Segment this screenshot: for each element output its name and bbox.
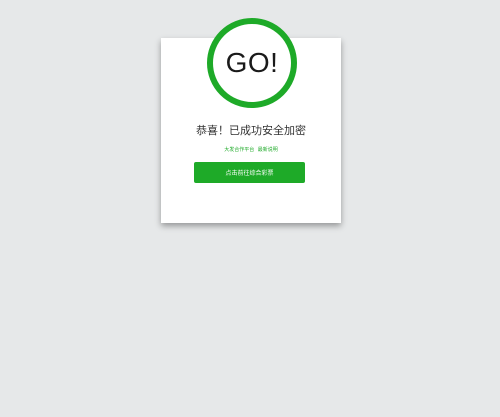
info-links: 大发合作平台 最新说明 [161, 146, 341, 153]
go-logo: GO! [207, 18, 297, 108]
go-to-lottery-button[interactable]: 点击前往综合彩票 [194, 162, 305, 183]
success-message: 恭喜！已成功安全加密 [196, 124, 306, 137]
latest-notes-link[interactable]: 最新说明 [258, 147, 278, 153]
go-logo-text: GO! [225, 47, 279, 78]
partner-platform-link[interactable]: 大发合作平台 [224, 147, 254, 153]
